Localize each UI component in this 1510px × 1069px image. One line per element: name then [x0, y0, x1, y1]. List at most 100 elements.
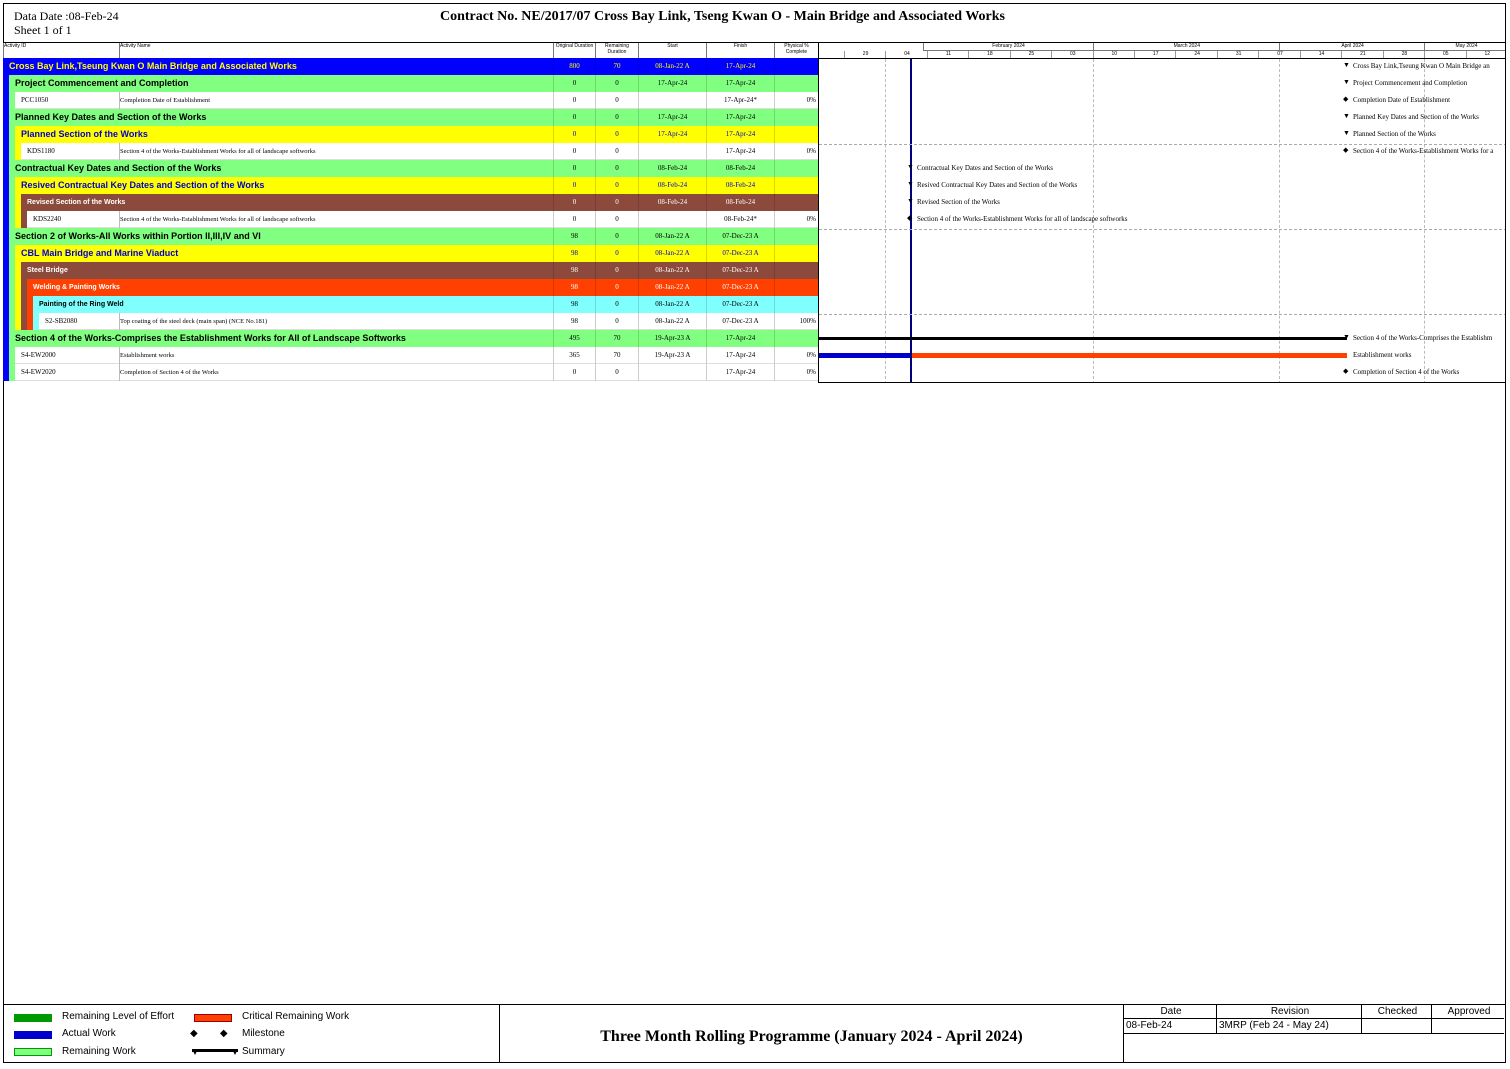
month-gridline	[885, 59, 887, 382]
finish-date: 07-Dec-23 A	[706, 245, 774, 262]
col-physical-complete[interactable]: Physical % Complete	[774, 43, 818, 58]
wbs-row[interactable]: Section 2 of Works-All Works within Port…	[3, 228, 818, 245]
wbs-name: Project Commencement and Completion	[15, 78, 189, 88]
timeline-week: 28	[1382, 51, 1425, 58]
col-activity-id[interactable]: Activity ID	[3, 43, 119, 58]
percent-complete: 0%	[774, 211, 818, 228]
remaining-duration: 0	[595, 228, 638, 245]
col-remaining-duration[interactable]: Remaining Duration	[595, 43, 638, 58]
gantt-label: Contractual Key Dates and Section of the…	[917, 164, 1053, 172]
summary-marker[interactable]: ▼	[907, 197, 914, 205]
summary-marker[interactable]: ▼	[1343, 61, 1350, 69]
wbs-row[interactable]: Cross Bay Link,Tseung Kwan O Main Bridge…	[3, 58, 818, 75]
timeline-week: 03	[1051, 51, 1093, 58]
remaining-duration: 0	[595, 313, 638, 330]
start-date: 08-Feb-24	[638, 177, 706, 194]
legend-label: Remaining Work	[62, 1046, 136, 1057]
milestone-icon[interactable]: ◆	[1343, 367, 1348, 375]
column-divider	[119, 143, 120, 160]
legend-label: Remaining Level of Effort	[62, 1011, 175, 1022]
wbs-row[interactable]: Planned Key Dates and Section of the Wor…	[3, 109, 818, 126]
gantt-label: Completion of Section 4 of the Works	[1353, 368, 1460, 376]
wbs-row[interactable]: CBL Main Bridge and Marine Viaduct 98 0 08-…	[3, 245, 818, 262]
remaining-duration: 0	[595, 75, 638, 92]
gantt-label: Cross Bay Link,Tseung Kwan O Main Bridge…	[1353, 62, 1490, 70]
group-separator	[819, 229, 1505, 230]
activity-row[interactable]: KDS1180 Section 4 of the Works-Establishm…	[3, 143, 818, 160]
timeline-week: 07	[1258, 51, 1300, 58]
summary-bar[interactable]	[819, 337, 1347, 340]
original-duration: 800	[553, 58, 595, 75]
wbs-row[interactable]: Project Commencement and Completion 0 0 17-…	[3, 75, 818, 92]
summary-icon	[192, 1049, 238, 1055]
wbs-row[interactable]: Painting of the Ring Weld 98 0 08-Jan-22 A0…	[3, 296, 818, 313]
finish-date: 17-Apr-24	[706, 126, 774, 143]
summary-marker[interactable]: ▼	[1343, 129, 1350, 137]
timeline-month: May 2024	[1424, 43, 1505, 51]
percent-complete: 0%	[774, 364, 818, 381]
sheet-number: Sheet 1 of 1	[14, 23, 72, 37]
wbs-row[interactable]: Planned Section of the Works 0 0 17-Apr-24 1…	[3, 126, 818, 143]
start-date	[638, 211, 706, 228]
wbs-row[interactable]: Welding & Painting Works 98 0 08-Jan-22 A 07…	[3, 279, 818, 296]
wbs-row[interactable]: Resived Contractual Key Dates and Sectio…	[3, 177, 818, 194]
timeline-week: 31	[1216, 51, 1259, 58]
milestone-icon[interactable]: ◆	[907, 214, 912, 222]
col-start[interactable]: Start	[638, 43, 706, 58]
activity-row[interactable]: S2-SB2080 Top coating of the steel deck (…	[3, 313, 818, 330]
activity-name: Completion of Section 4 of the Works	[120, 369, 219, 376]
remaining-duration: 0	[595, 211, 638, 228]
finish-date: 17-Apr-24	[706, 75, 774, 92]
gantt-chart: February 2024 March 2024 April 2024 May 202…	[818, 42, 1506, 383]
actual-work-bar[interactable]	[819, 353, 910, 358]
summary-marker[interactable]: ▼	[907, 163, 914, 171]
percent-complete: 0%	[774, 347, 818, 364]
summary-marker[interactable]: ▼	[1343, 112, 1350, 120]
milestone-icon[interactable]: ◆	[1343, 146, 1348, 154]
start-date: 08-Jan-22 A	[638, 58, 706, 75]
activity-name: Completion Date of Establishment	[120, 97, 211, 104]
activity-row[interactable]: PCC1050 Completion Date of Establishment 0…	[3, 92, 818, 109]
finish-date: 17-Apr-24	[706, 58, 774, 75]
original-duration: 0	[553, 109, 595, 126]
col-original-duration[interactable]: Original Duration	[553, 43, 595, 58]
activity-name: Section 4 of the Works-Establishment Wor…	[120, 148, 316, 155]
wbs-row[interactable]: Contractual Key Dates and Section of the…	[3, 160, 818, 177]
legend-swatch-critical-work	[194, 1014, 232, 1022]
percent-complete	[774, 177, 818, 194]
start-date	[638, 364, 706, 381]
col-activity-name[interactable]: Activity Name	[119, 43, 553, 58]
timeline-week: 25	[1009, 51, 1052, 58]
wbs-name: Planned Section of the Works	[21, 129, 148, 139]
timeline-month: February 2024	[922, 43, 1094, 51]
summary-marker[interactable]: ▼	[1343, 78, 1350, 86]
wbs-name: Painting of the Ring Weld	[39, 301, 124, 308]
wbs-name: Welding & Painting Works	[33, 284, 120, 291]
activity-row[interactable]: KDS2240 Section 4 of the Works-Establishm…	[3, 211, 818, 228]
activity-name: Establishment works	[120, 352, 175, 359]
finish-date: 17-Apr-24	[706, 330, 774, 347]
original-duration: 0	[553, 211, 595, 228]
critical-remaining-bar[interactable]	[912, 353, 1347, 358]
finish-date: 08-Feb-24	[706, 177, 774, 194]
milestone-icon[interactable]: ◆	[1343, 95, 1348, 103]
activity-row[interactable]: S4-EW2020 Completion of Section 4 of the …	[3, 364, 818, 381]
original-duration: 0	[553, 194, 595, 211]
remaining-duration: 70	[595, 330, 638, 347]
timeline-week: 29	[843, 51, 886, 58]
header-info: Data Date :08-Feb-24 Sheet 1 of 1	[14, 9, 119, 37]
finish-date: 17-Apr-24	[706, 347, 774, 364]
summary-marker[interactable]: ▼	[907, 180, 914, 188]
legend-label: Actual Work	[62, 1028, 116, 1039]
wbs-row[interactable]: Revised Section of the Works 0 0 08-Feb-24 0…	[3, 194, 818, 211]
activity-row[interactable]: S4-EW2000 Establishment works 365 70 19-Apr-…	[3, 347, 818, 364]
col-finish[interactable]: Finish	[706, 43, 774, 58]
legend-swatch-actual-work	[14, 1031, 52, 1039]
original-duration: 0	[553, 126, 595, 143]
wbs-row[interactable]: Steel Bridge 98 0 08-Jan-22 A 07-Dec-23 A	[3, 262, 818, 279]
activity-id: S4-EW2000	[21, 351, 56, 359]
wbs-row[interactable]: Section 4 of the Works-Comprises the Est…	[3, 330, 818, 347]
start-date: 08-Feb-24	[638, 194, 706, 211]
legend-swatch-remaining-work	[14, 1048, 52, 1056]
timeline-week: 12	[1465, 51, 1505, 58]
